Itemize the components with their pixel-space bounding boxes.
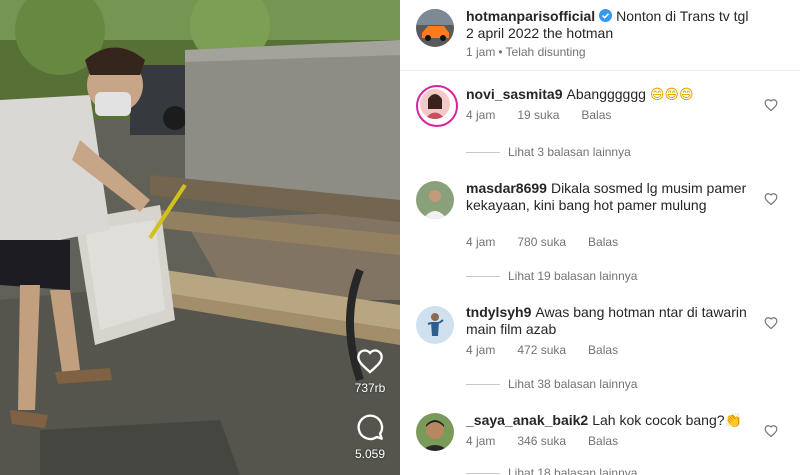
- profile-photo-image: [416, 413, 454, 451]
- view-replies-label: Lihat 18 balasan lainnya: [508, 466, 638, 475]
- comment-text: novi_sasmita9 Abangggggg 😄😄😄: [466, 86, 756, 103]
- comment-button[interactable]: [354, 411, 386, 443]
- comment-body: Lah kok cocok bang?: [592, 412, 725, 428]
- edited-label: Telah disunting: [505, 45, 586, 59]
- post-caption: hotmanparisofficial Nonton di Trans tv tg…: [466, 8, 756, 42]
- comment-text: tndylsyh9 Awas bang hotman ntar di tawari…: [466, 304, 756, 338]
- comment-likes[interactable]: 19 suka: [517, 108, 559, 122]
- comment-meta: 4 jam 346 suka Balas: [466, 434, 640, 448]
- reply-button[interactable]: Balas: [588, 235, 618, 249]
- commenter-avatar[interactable]: [416, 181, 454, 219]
- view-replies-button[interactable]: Lihat 3 balasan lainnya: [466, 145, 631, 159]
- like-button[interactable]: [354, 345, 386, 377]
- view-replies-label: Lihat 19 balasan lainnya: [508, 269, 638, 283]
- post-meta: 1 jam • Telah disunting: [466, 45, 608, 59]
- replies-line: [466, 472, 500, 474]
- likes-count: 737rb: [354, 381, 386, 395]
- comment-likes[interactable]: 472 suka: [517, 343, 566, 357]
- comments-count: 5.059: [354, 447, 386, 461]
- comment-time[interactable]: 4 jam: [466, 108, 495, 122]
- profile-photo-image: [416, 306, 454, 344]
- comment-text: _saya_anak_baik2 Lah kok cocok bang?👏: [466, 412, 756, 429]
- replies-line: [466, 275, 500, 277]
- reply-button[interactable]: Balas: [588, 434, 618, 448]
- comment-meta: 4 jam 780 suka Balas: [466, 235, 640, 249]
- heart-outline-icon[interactable]: [764, 424, 778, 438]
- header-divider: [400, 70, 800, 71]
- comment-likes[interactable]: 346 suka: [517, 434, 566, 448]
- profile-photo-image: [420, 89, 450, 119]
- commenter-avatar[interactable]: [416, 306, 454, 344]
- comment-likes[interactable]: 780 suka: [517, 235, 566, 249]
- comment-username[interactable]: _saya_anak_baik2: [466, 412, 588, 428]
- post-author-avatar[interactable]: [416, 9, 454, 47]
- comment-text: masdar8699 Dikala sosmed lg musim pamer k…: [466, 180, 756, 214]
- commenter-avatar[interactable]: [416, 85, 458, 127]
- profile-photo-image: [416, 181, 454, 219]
- verified-badge-icon: [599, 9, 613, 22]
- comment-time[interactable]: 4 jam: [466, 434, 495, 448]
- video-actions: 737rb 5.059: [348, 345, 392, 461]
- post-author-username[interactable]: hotmanparisofficial: [466, 8, 595, 24]
- comment-meta: 4 jam 19 suka Balas: [466, 108, 633, 122]
- replies-line: [466, 151, 500, 153]
- view-replies-button[interactable]: Lihat 38 balasan lainnya: [466, 377, 637, 391]
- comments-panel: hotmanparisofficial Nonton di Trans tv tg…: [400, 0, 800, 475]
- heart-outline-icon[interactable]: [764, 316, 778, 330]
- comment-emoji: 😄😄😄: [649, 86, 694, 102]
- post-time[interactable]: 1 jam: [466, 45, 495, 59]
- comment-username[interactable]: tndylsyh9: [466, 304, 531, 320]
- view-replies-button[interactable]: Lihat 18 balasan lainnya: [466, 466, 637, 475]
- comment-time[interactable]: 4 jam: [466, 235, 495, 249]
- comment-meta: 4 jam 472 suka Balas: [466, 343, 640, 357]
- comment-time[interactable]: 4 jam: [466, 343, 495, 357]
- reply-button[interactable]: Balas: [581, 108, 611, 122]
- reply-button[interactable]: Balas: [588, 343, 618, 357]
- heart-outline-icon[interactable]: [764, 192, 778, 206]
- comment-body: Abangggggg: [566, 86, 646, 102]
- meta-separator: •: [498, 45, 503, 59]
- view-replies-label: Lihat 3 balasan lainnya: [508, 145, 631, 159]
- comment-bubble-icon: [357, 414, 384, 441]
- heart-icon: [357, 349, 383, 374]
- video-player[interactable]: 737rb 5.059: [0, 0, 400, 475]
- comment-username[interactable]: novi_sasmita9: [466, 86, 563, 102]
- view-replies-label: Lihat 38 balasan lainnya: [508, 377, 638, 391]
- commenter-avatar[interactable]: [416, 413, 454, 451]
- car-avatar-image: [416, 9, 454, 47]
- comment-emoji: 👏: [724, 412, 742, 428]
- comment-username[interactable]: masdar8699: [466, 180, 547, 196]
- view-replies-button[interactable]: Lihat 19 balasan lainnya: [466, 269, 637, 283]
- heart-outline-icon[interactable]: [764, 98, 778, 112]
- replies-line: [466, 383, 500, 385]
- video-frame: [0, 0, 400, 475]
